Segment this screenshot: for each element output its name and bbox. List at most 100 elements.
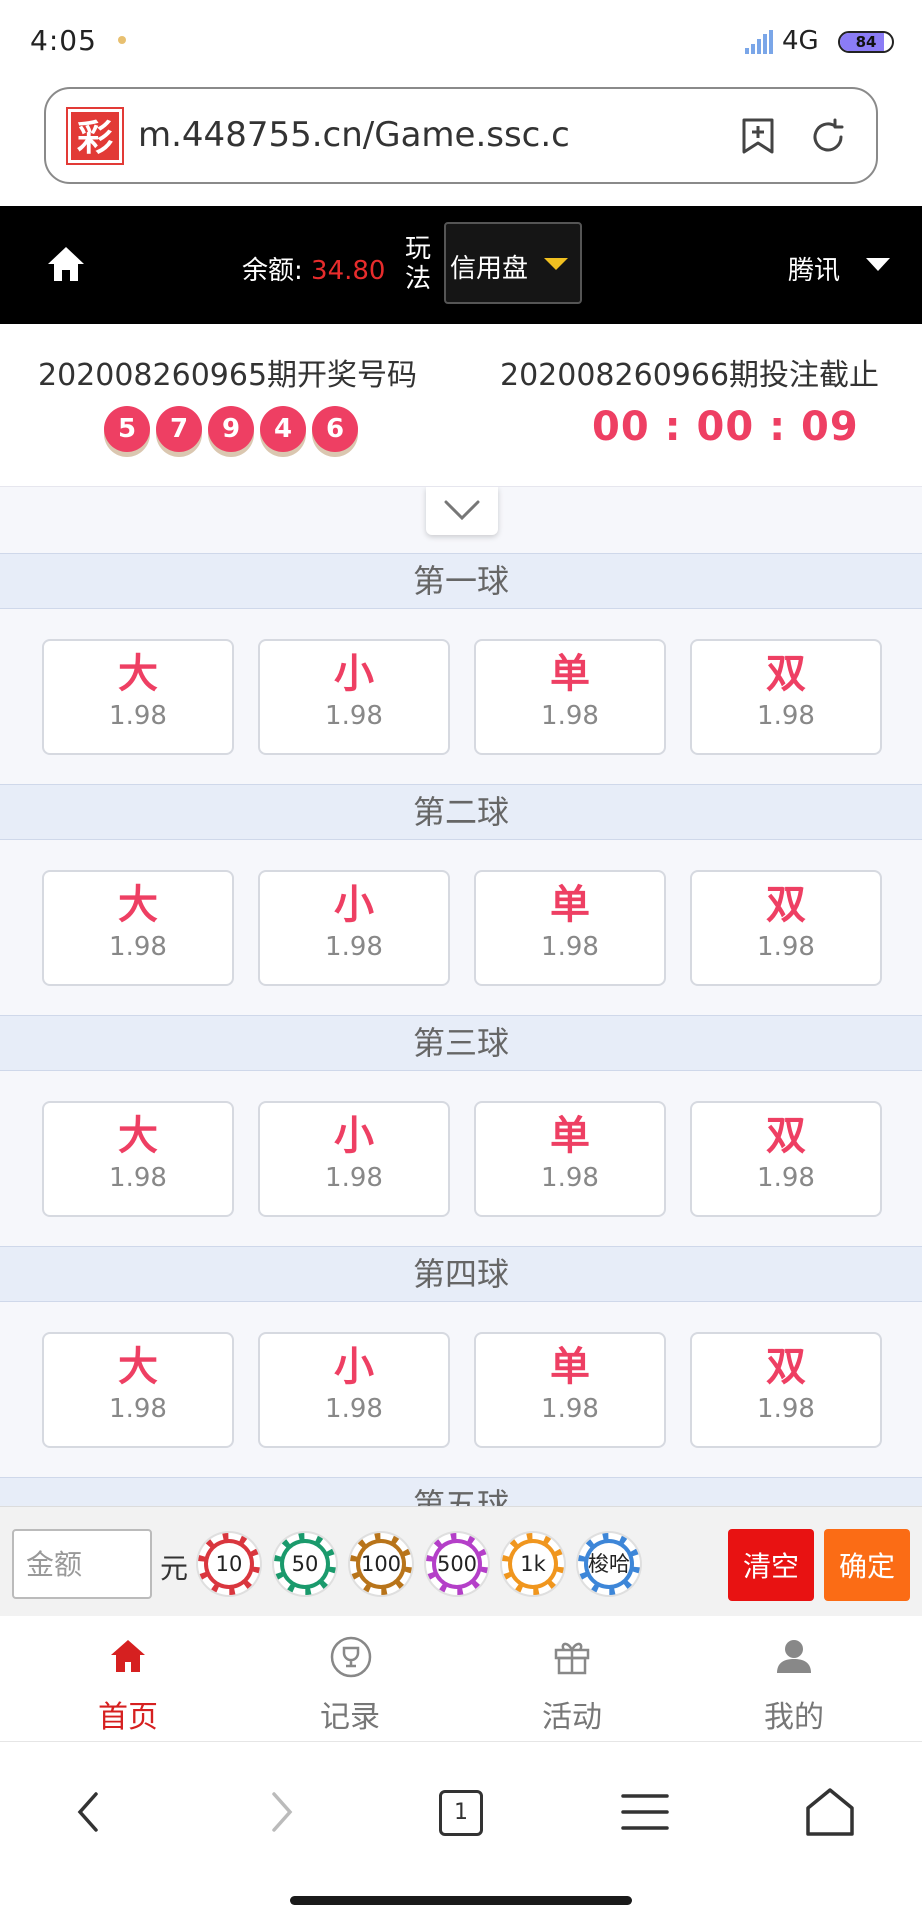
currency-unit: 元	[160, 1552, 189, 1585]
tabs-button[interactable]: 1	[430, 1782, 490, 1842]
bet-option-name: 双	[766, 651, 806, 697]
home-indicator[interactable]	[290, 1896, 632, 1905]
bet-option[interactable]: 大 1.98	[42, 1332, 234, 1448]
battery-level: 84	[855, 33, 877, 51]
back-icon[interactable]	[60, 1782, 120, 1842]
tab-activities[interactable]: 活动	[462, 1616, 682, 1742]
status-time: 4:05	[30, 24, 97, 57]
chip-label: 100	[360, 1543, 402, 1585]
section-header: 第一球	[0, 553, 922, 609]
home-icon	[111, 1640, 145, 1672]
bet-option-odds: 1.98	[541, 1163, 599, 1193]
bet-option-name: 双	[766, 882, 806, 928]
forward-icon[interactable]	[250, 1782, 310, 1842]
url-text[interactable]: m.448755.cn/Game.ssc.code.xtxs	[138, 115, 568, 155]
trophy-icon	[330, 1636, 372, 1678]
bet-option[interactable]: 小 1.98	[258, 1101, 450, 1217]
menu-icon[interactable]	[615, 1782, 675, 1842]
chip-button[interactable]: 10	[198, 1533, 260, 1595]
chip-button[interactable]: 500	[426, 1533, 488, 1595]
chip-button[interactable]: 梭哈	[578, 1533, 640, 1595]
signal-icon	[745, 30, 773, 54]
bet-option-name: 单	[550, 1113, 590, 1159]
bet-option-name: 单	[550, 882, 590, 928]
previous-draw-title: 202008260965期开奖号码	[38, 358, 418, 393]
bet-option-odds: 1.98	[757, 1394, 815, 1424]
balance-label: 余额:	[242, 256, 303, 286]
bottom-tab-bar: 首页 记录 活动 我的	[0, 1616, 922, 1742]
bet-option[interactable]: 大 1.98	[42, 1101, 234, 1217]
tab-home[interactable]: 首页	[18, 1616, 238, 1742]
chip-label: 梭哈	[588, 1543, 630, 1585]
bet-option-odds: 1.98	[325, 932, 383, 962]
bet-option[interactable]: 双 1.98	[690, 1101, 882, 1217]
tab-label: 记录	[320, 1700, 380, 1735]
play-mode-value: 信用盘	[450, 254, 529, 284]
status-bar: 4:05 4G 84	[0, 0, 922, 84]
bet-option[interactable]: 小 1.98	[258, 639, 450, 755]
site-logo: 彩	[66, 107, 124, 165]
bet-option[interactable]: 单 1.98	[474, 1101, 666, 1217]
bet-option-name: 大	[118, 882, 158, 928]
add-bookmark-icon[interactable]	[740, 117, 776, 155]
winning-number-ball: 5	[104, 406, 150, 452]
chip-label: 1k	[512, 1543, 554, 1585]
bet-option-name: 双	[766, 1344, 806, 1390]
battery-icon: 84	[838, 31, 894, 53]
clear-button[interactable]: 清空	[728, 1529, 814, 1601]
chip-button[interactable]: 1k	[502, 1533, 564, 1595]
address-bar[interactable]: 彩 m.448755.cn/Game.ssc.code.xtxs	[44, 87, 878, 184]
bet-option[interactable]: 大 1.98	[42, 639, 234, 755]
bet-option[interactable]: 双 1.98	[690, 870, 882, 986]
bet-option-name: 大	[118, 651, 158, 697]
home-icon[interactable]	[46, 244, 86, 284]
caret-down-icon	[544, 258, 568, 270]
gift-icon	[554, 1642, 590, 1675]
tab-mine[interactable]: 我的	[684, 1616, 904, 1742]
bet-option[interactable]: 单 1.98	[474, 639, 666, 755]
bet-option-name: 双	[766, 1113, 806, 1159]
bet-option[interactable]: 双 1.98	[690, 639, 882, 755]
home-icon[interactable]	[800, 1782, 860, 1842]
app-header: 余额: 34.80 玩法 信用盘 腾讯	[0, 206, 922, 324]
bet-option-odds: 1.98	[325, 1163, 383, 1193]
bet-option[interactable]: 大 1.98	[42, 870, 234, 986]
bet-option-odds: 1.98	[109, 1394, 167, 1424]
countdown-timer: 00 : 00 : 09	[592, 404, 859, 450]
bet-option[interactable]: 小 1.98	[258, 1332, 450, 1448]
section-header: 第三球	[0, 1015, 922, 1071]
betting-area: 第一球大 1.98 小 1.98 单 1.98 双 1.98 第二球大 1.98 小 1.98 单 1.9…	[0, 486, 922, 1506]
chip-button[interactable]: 50	[274, 1533, 336, 1595]
amount-input[interactable]	[12, 1529, 152, 1599]
refresh-icon[interactable]	[808, 117, 848, 157]
bet-option[interactable]: 双 1.98	[690, 1332, 882, 1448]
bet-option-name: 单	[550, 651, 590, 697]
bet-option[interactable]: 单 1.98	[474, 1332, 666, 1448]
bet-option-name: 小	[334, 1344, 374, 1390]
winning-number-ball: 4	[260, 406, 306, 452]
expand-toggle[interactable]	[426, 487, 498, 535]
lottery-source-select[interactable]: 腾讯	[788, 250, 840, 287]
balance: 余额: 34.80	[242, 250, 385, 287]
bet-option[interactable]: 小 1.98	[258, 870, 450, 986]
section-header: 第五球	[0, 1477, 922, 1506]
tab-records[interactable]: 记录	[240, 1616, 460, 1742]
bet-option-odds: 1.98	[757, 1163, 815, 1193]
chevron-down-icon	[444, 500, 480, 521]
bet-bar: 元 10 50 100 500 1k 梭哈 清空 确定	[0, 1506, 922, 1616]
chip-label: 50	[284, 1543, 326, 1585]
play-mode-select[interactable]: 信用盘	[444, 222, 582, 304]
bet-option-name: 小	[334, 1113, 374, 1159]
winning-number-ball: 7	[156, 406, 202, 452]
network-type: 4G	[782, 26, 819, 56]
section-header: 第四球	[0, 1246, 922, 1302]
confirm-button[interactable]: 确定	[824, 1529, 910, 1601]
winning-number-ball: 9	[208, 406, 254, 452]
chip-button[interactable]: 100	[350, 1533, 412, 1595]
chip-label: 10	[208, 1543, 250, 1585]
chip-label: 500	[436, 1543, 478, 1585]
section-header: 第二球	[0, 784, 922, 840]
bet-option-odds: 1.98	[109, 701, 167, 731]
bet-option[interactable]: 单 1.98	[474, 870, 666, 986]
caret-down-icon[interactable]	[866, 258, 890, 271]
